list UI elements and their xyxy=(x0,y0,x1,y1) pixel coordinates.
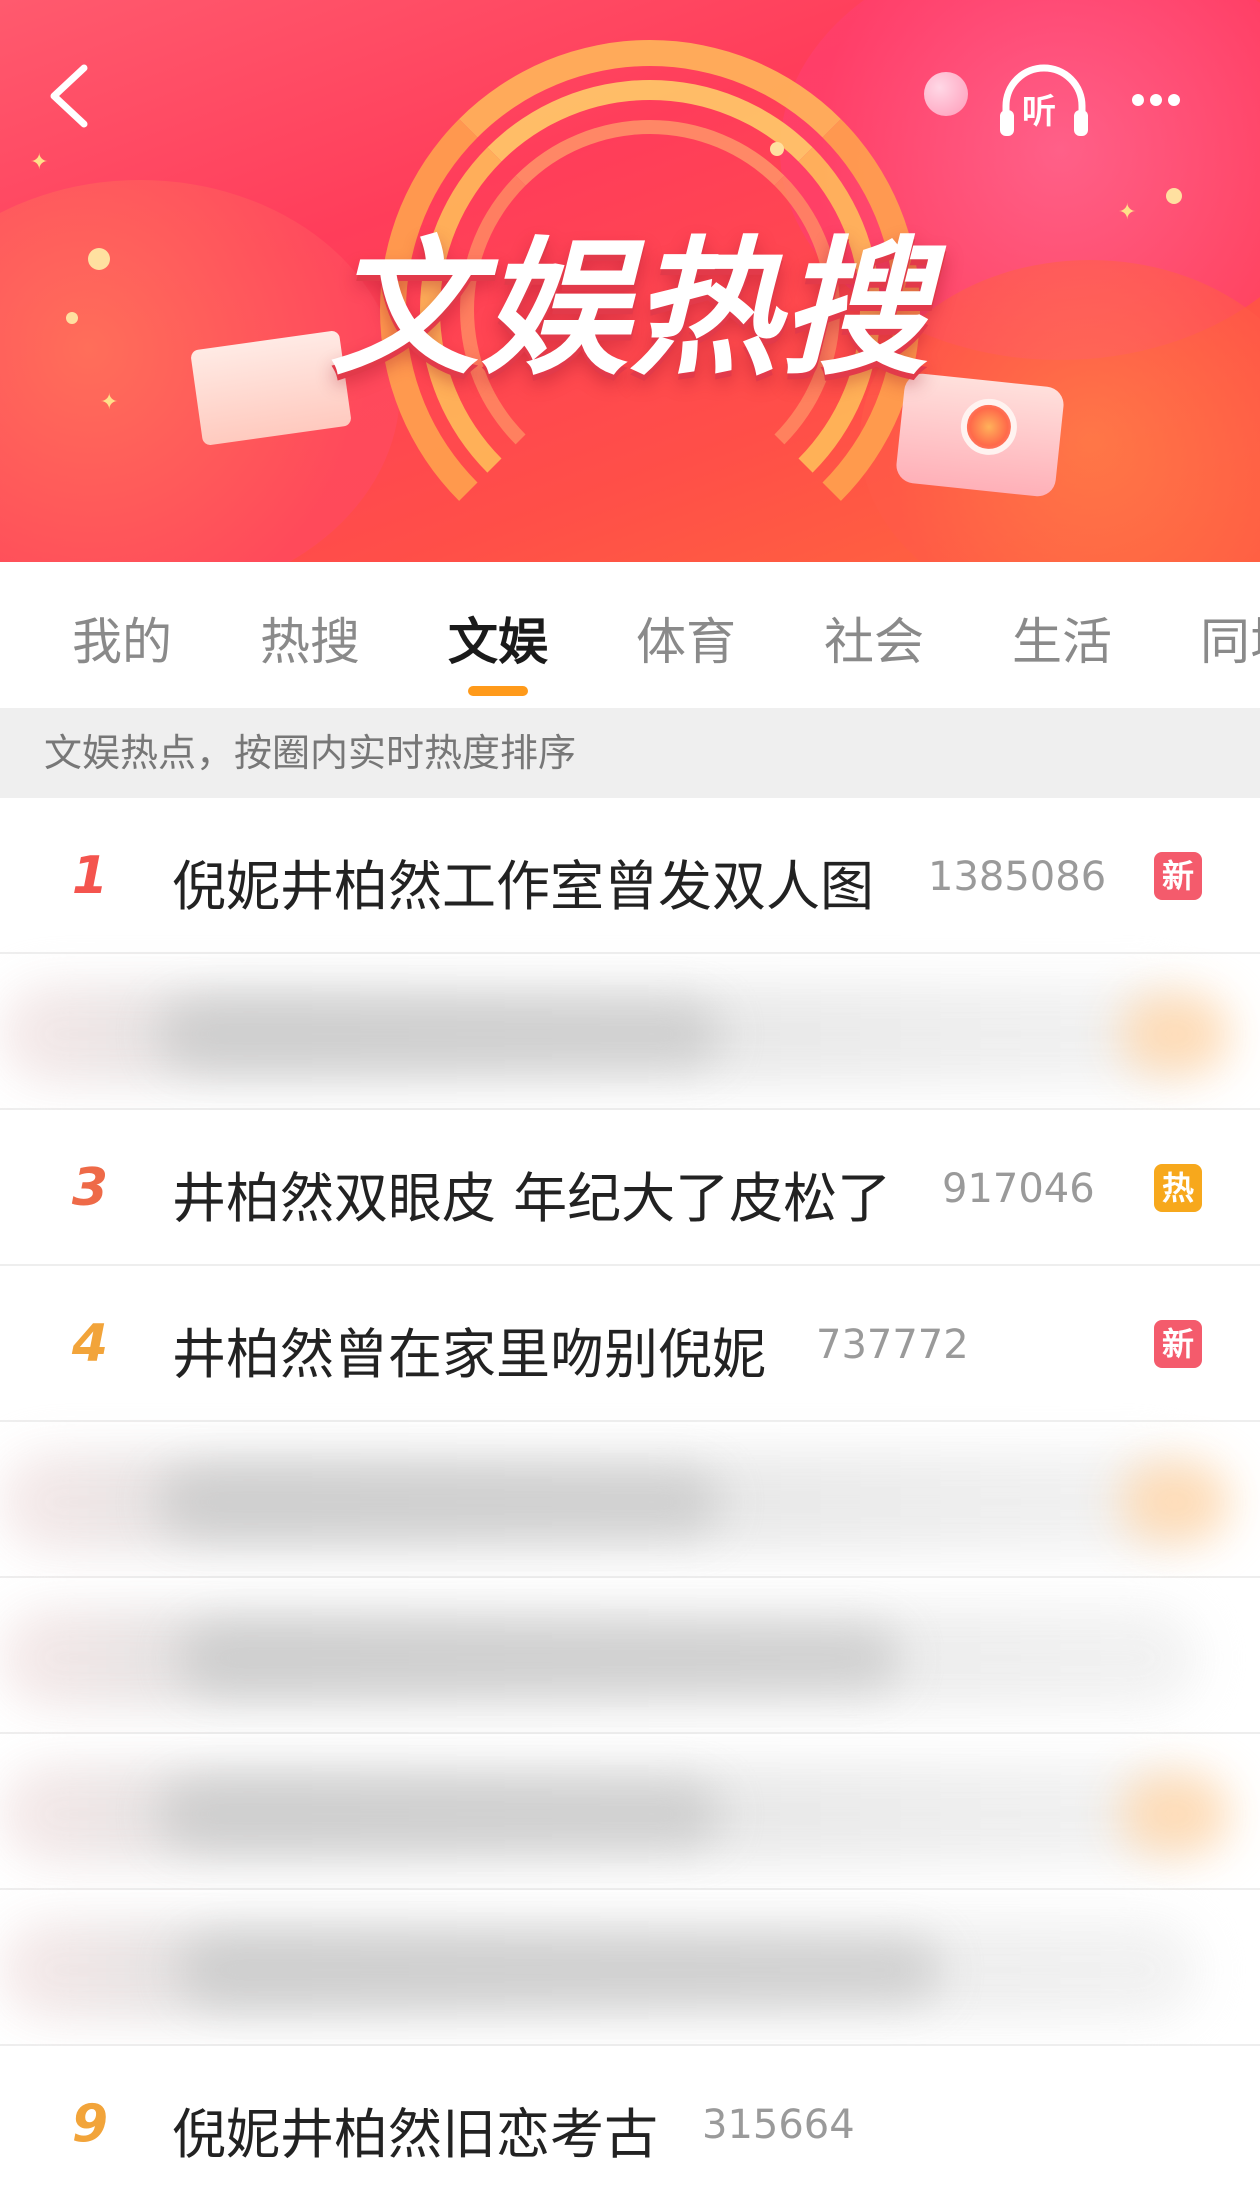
new-badge: 新 xyxy=(1154,852,1202,900)
list-item-blurred xyxy=(0,1578,1260,1734)
tab-mine[interactable]: 我的 xyxy=(72,602,172,674)
star-icon: ✦ xyxy=(30,150,49,175)
list-item[interactable]: 9 倪妮井柏然旧恋考古 315664 xyxy=(0,2046,1260,2200)
list-item[interactable]: 4 井柏然曾在家里吻别倪妮 737772 新 xyxy=(0,1266,1260,1422)
chevron-left-icon xyxy=(50,64,88,128)
list-item[interactable]: 1 倪妮井柏然工作室曾发双人图 1385086 新 xyxy=(0,798,1260,954)
active-tab-indicator xyxy=(468,686,528,696)
topic-title: 井柏然曾在家里吻别倪妮 xyxy=(172,1323,766,1386)
tab-life[interactable]: 生活 xyxy=(1012,602,1112,674)
rank-number: 1 xyxy=(71,846,109,906)
tab-entertainment[interactable]: 文娱 xyxy=(448,602,548,674)
list-item-blurred xyxy=(0,1422,1260,1578)
heat-count: 737772 xyxy=(816,1322,969,1368)
topic-title: 倪妮井柏然旧恋考古 xyxy=(172,2103,658,2166)
listen-label: 听 xyxy=(1022,92,1056,132)
hot-badge: 热 xyxy=(1154,1164,1202,1212)
list-item-blurred xyxy=(0,954,1260,1110)
heat-count: 917046 xyxy=(942,1166,1095,1212)
tab-hot-search[interactable]: 热搜 xyxy=(260,602,360,674)
back-button[interactable] xyxy=(40,60,104,132)
heat-count: 1385086 xyxy=(928,854,1107,900)
sparkle-dot xyxy=(88,248,110,270)
list-item-blurred xyxy=(0,1890,1260,2046)
rank-number: 3 xyxy=(71,1158,109,1218)
tab-local[interactable]: 同城 xyxy=(1200,602,1260,674)
heat-count: 315664 xyxy=(702,2102,855,2148)
planet-icon xyxy=(924,72,968,116)
sparkle-dot xyxy=(66,312,78,324)
tab-sports[interactable]: 体育 xyxy=(636,602,736,674)
star-icon: ✦ xyxy=(1118,200,1137,225)
sparkle-dot xyxy=(770,142,784,156)
sparkle-dot xyxy=(1166,188,1182,204)
rank-number: 4 xyxy=(71,1314,109,1374)
listen-button[interactable]: 听 xyxy=(996,62,1092,142)
list-description: 文娱热点，按圈内实时热度排序 xyxy=(0,708,1260,798)
topic-title: 倪妮井柏然工作室曾发双人图 xyxy=(172,855,874,918)
more-button[interactable] xyxy=(1132,80,1212,120)
list-item-blurred xyxy=(0,1734,1260,1890)
more-horizontal-icon xyxy=(1132,94,1144,106)
topic-title: 井柏然双眼皮 年纪大了皮松了 xyxy=(172,1167,892,1230)
category-tabs: 我的 热搜 文娱 体育 社会 生活 同城 xyxy=(0,562,1260,708)
rank-number: 9 xyxy=(71,2094,109,2154)
new-badge: 新 xyxy=(1154,1320,1202,1368)
star-icon: ✦ xyxy=(100,390,119,415)
banner-title: 文娱热搜 xyxy=(330,223,930,395)
hot-search-list: 1 倪妮井柏然工作室曾发双人图 1385086 新 3 井柏然双眼皮 年纪大了皮… xyxy=(0,798,1260,2200)
list-item[interactable]: 3 井柏然双眼皮 年纪大了皮松了 917046 热 xyxy=(0,1110,1260,1266)
tab-society[interactable]: 社会 xyxy=(824,602,924,674)
hero-banner: ✦ ✦ ✦ 文娱热搜 听 xyxy=(0,0,1260,562)
